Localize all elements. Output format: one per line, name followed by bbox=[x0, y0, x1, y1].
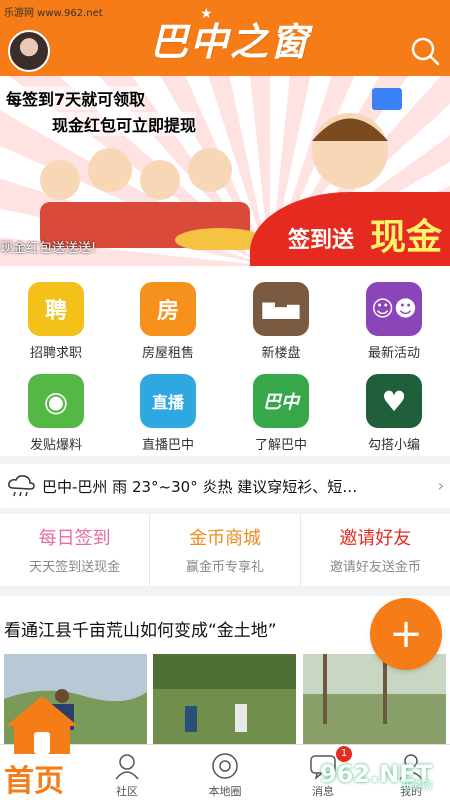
tab-home-label[interactable]: 首页 bbox=[4, 756, 64, 800]
grid-label: 了解巴中 bbox=[254, 438, 307, 453]
grid-item-new-buildings[interactable]: ▇▅▆ 新楼盘 bbox=[225, 266, 337, 361]
action-title: 每日签到 bbox=[38, 528, 111, 549]
community-icon bbox=[115, 754, 139, 780]
grid-label: 发贴爆料 bbox=[29, 438, 82, 453]
home-icon[interactable] bbox=[4, 694, 80, 756]
rain-cloud-icon bbox=[8, 475, 35, 497]
banner-line-2: 现金红包可立即提现 bbox=[52, 112, 197, 136]
quick-actions: 每日签到 天天签到送现金 金币商城 赢金币专享礼 邀请好友 邀请好友送金币 bbox=[0, 514, 450, 586]
grid-item-post-news[interactable]: ◉ 发贴爆料 bbox=[0, 358, 112, 453]
daily-checkin-button[interactable]: 每日签到 天天签到送现金 bbox=[0, 514, 151, 586]
buildings-icon: ▇▅▆ bbox=[253, 282, 309, 336]
weather-bar[interactable]: 巴中-巴州 雨 23°~30° 炎热 建议穿短衫、短… › bbox=[0, 464, 450, 508]
action-subtitle: 赢金币专享礼 bbox=[185, 560, 264, 575]
feature-grid: 聘 招聘求职 房 房屋租售 ▇▅▆ 新楼盘 ☺☻ 最新活动 ◉ 发贴爆料 直播 … bbox=[0, 266, 450, 456]
chevron-right-icon: › bbox=[437, 476, 444, 495]
user-avatar[interactable] bbox=[8, 30, 50, 72]
local-circle-icon bbox=[212, 753, 238, 779]
cartoon-man-phone-illustration bbox=[312, 88, 402, 189]
hearts-icon: ♥ bbox=[366, 374, 422, 428]
article-thumbnail[interactable] bbox=[303, 654, 446, 746]
watermark-brand-sub: 乐游网 bbox=[402, 781, 432, 792]
tab-community[interactable]: 社区 bbox=[82, 745, 172, 800]
grid-item-jobs[interactable]: 聘 招聘求职 bbox=[0, 266, 112, 361]
search-icon[interactable] bbox=[410, 36, 440, 66]
banner-caption: 现金红包送送送! bbox=[0, 241, 97, 256]
article-thumbnail[interactable] bbox=[153, 654, 296, 746]
action-subtitle: 邀请好友送金币 bbox=[329, 560, 421, 575]
banner-cta-big: 现金 bbox=[369, 217, 442, 258]
watermark-top: 乐游网 www.962.net bbox=[4, 8, 103, 19]
tab-label: 社区 bbox=[116, 785, 138, 798]
tab-local-circle[interactable]: 本地圈 bbox=[180, 745, 270, 800]
grid-label: 直播巴中 bbox=[141, 438, 194, 453]
promo-banner[interactable]: 每签到7天就可领取 现金红包可立即提现 现金红包送送送! 签到送 现金 bbox=[0, 76, 450, 266]
live-icon: 直播 bbox=[140, 374, 196, 428]
grid-item-live[interactable]: 直播 直播巴中 bbox=[112, 358, 224, 453]
grid-item-chat-editor[interactable]: ♥ 勾搭小编 bbox=[338, 358, 450, 453]
grid-item-events[interactable]: ☺☻ 最新活动 bbox=[338, 266, 450, 361]
weather-text: 巴中-巴州 雨 23°~30° 炎热 建议穿短衫、短… bbox=[42, 477, 358, 496]
invite-friends-button[interactable]: 邀请好友 邀请好友送金币 bbox=[301, 514, 450, 586]
banner-cta-small: 签到送 bbox=[287, 228, 354, 253]
action-title: 金币商城 bbox=[188, 528, 261, 549]
bazhong-icon: 巴中 bbox=[253, 374, 309, 428]
action-subtitle: 天天签到送现金 bbox=[29, 560, 121, 575]
house-icon: 房 bbox=[140, 282, 196, 336]
watermark-brand: 962.NET 乐游网 bbox=[312, 756, 442, 792]
action-title: 邀请好友 bbox=[339, 528, 412, 549]
banner-line-1: 每签到7天就可领取 bbox=[6, 86, 146, 110]
grid-item-housing[interactable]: 房 房屋租售 bbox=[112, 266, 224, 361]
grid-label: 勾搭小编 bbox=[367, 438, 420, 453]
smiley-chat-icon: ☺☻ bbox=[366, 282, 422, 336]
jobs-icon: 聘 bbox=[28, 282, 84, 336]
article-title: 看通江县千亩荒山如何变成“金土地” bbox=[4, 621, 277, 641]
cartoon-crowd-illustration bbox=[40, 148, 265, 250]
app-logo: 巴中之窗 bbox=[149, 19, 310, 64]
coin-mall-button[interactable]: 金币商城 赢金币专享礼 bbox=[150, 514, 301, 586]
tab-label: 本地圈 bbox=[208, 785, 242, 798]
add-post-button[interactable]: + bbox=[370, 598, 442, 670]
grid-item-about[interactable]: 巴中 了解巴中 bbox=[225, 358, 337, 453]
camera-icon: ◉ bbox=[28, 374, 84, 428]
